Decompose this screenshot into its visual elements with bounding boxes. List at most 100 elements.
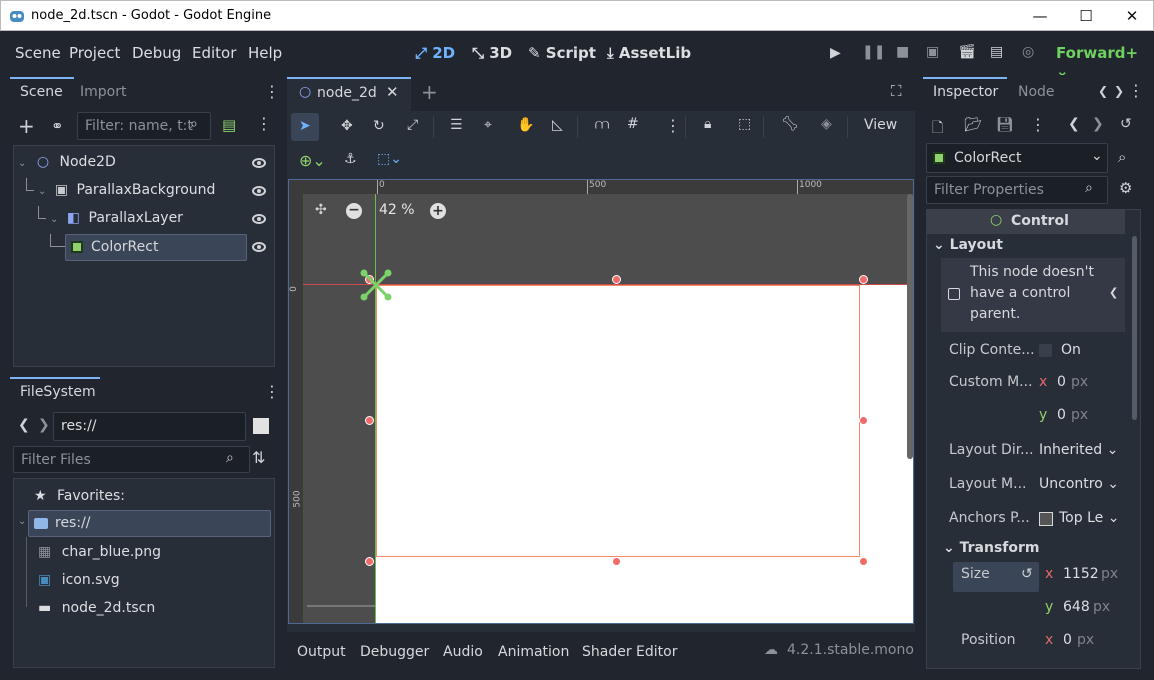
menu-help[interactable]: Help	[248, 44, 282, 62]
section-transform[interactable]: ⌄ Transform	[943, 540, 1039, 556]
file-item[interactable]: ▬ node_2d.tscn	[38, 600, 155, 616]
select-mode-button[interactable]: ➤	[291, 113, 319, 141]
tab-inspector[interactable]: Inspector	[933, 84, 998, 100]
forward-arrow-icon[interactable]: ❯	[38, 417, 50, 433]
dock-menu-icon[interactable]: ⋮	[264, 82, 280, 101]
anchors-preset-select[interactable]: Top Le ⌄	[1059, 510, 1119, 526]
history-icon[interactable]: ↺	[1120, 116, 1132, 132]
viewport-scrollbar[interactable]	[907, 194, 913, 459]
rotate-mode-icon[interactable]: ↻	[373, 118, 385, 134]
split-view-icon[interactable]	[253, 418, 269, 434]
resize-handle[interactable]	[365, 557, 374, 566]
list-select-icon[interactable]: ☰	[450, 117, 463, 133]
play-custom-scene-icon[interactable]: ▤	[990, 44, 1003, 60]
tab-scene[interactable]: Scene	[20, 84, 63, 100]
center-view-icon[interactable]: ✣	[315, 202, 327, 218]
ruler-mode-icon[interactable]: ◺	[552, 117, 563, 133]
anchor-icon[interactable]: ⚓	[344, 151, 357, 167]
group-icon[interactable]: ⬚	[738, 116, 751, 132]
sort-icon[interactable]: ⇅	[252, 448, 265, 467]
workspace-3d[interactable]: ⤡ 3D	[472, 44, 512, 62]
layout-direction-select[interactable]: Inherited ⌄	[1039, 442, 1118, 458]
favorites-item[interactable]: ★ Favorites:	[34, 488, 125, 504]
resize-handle[interactable]	[859, 275, 868, 284]
section-layout[interactable]: ⌄ Layout	[933, 237, 1003, 253]
tab-output[interactable]: Output	[297, 644, 346, 660]
resize-handle[interactable]	[859, 557, 868, 566]
view-menu[interactable]: View	[864, 117, 897, 133]
smart-snap-icon[interactable]: ⩋	[595, 117, 609, 133]
resize-handle[interactable]	[612, 275, 621, 284]
tab-filesystem[interactable]: FileSystem	[20, 384, 96, 400]
tab-node2d[interactable]: ○ node_2d ✕	[287, 77, 411, 111]
workspace-script[interactable]: ✎ Script	[528, 44, 596, 62]
distraction-free-icon[interactable]: ⛶	[891, 82, 902, 100]
move-mode-icon[interactable]: ✥	[341, 118, 353, 134]
close-window-button[interactable]: ✕	[1109, 1, 1154, 32]
resize-handle[interactable]	[612, 557, 621, 566]
clip-contents-checkbox[interactable]	[1039, 344, 1052, 357]
maximize-button[interactable]: ☐	[1063, 1, 1109, 32]
play-scene-icon[interactable]: 🎬︎	[958, 44, 976, 60]
inspector-scrollbar[interactable]	[1132, 236, 1137, 420]
expand-arrow-icon[interactable]: ❮	[1109, 286, 1118, 299]
layout-preset-icon[interactable]: ⬚⌄	[377, 151, 402, 167]
inspector-options-icon[interactable]: ⚙	[1119, 179, 1132, 197]
pause-icon[interactable]: ❚❚	[862, 44, 885, 60]
close-tab-icon[interactable]: ✕	[386, 83, 399, 101]
tab-import[interactable]: Import	[80, 84, 126, 100]
workspace-assetlib[interactable]: ⤓ AssetLib	[607, 44, 691, 62]
attach-script-icon[interactable]: ▤	[222, 116, 236, 134]
movie-maker-icon[interactable]: ◎	[1022, 44, 1034, 60]
zoom-in-icon[interactable]: +	[430, 203, 446, 219]
selection-rect[interactable]	[376, 285, 860, 557]
tree-item-colorrect[interactable]: ColorRect	[65, 234, 247, 261]
anchor-gizmo-icon[interactable]	[359, 268, 393, 302]
snap-options-icon[interactable]: ⋮	[665, 116, 681, 135]
zoom-level[interactable]: 42 %	[379, 202, 415, 218]
node-selector[interactable]: ColorRect ⌄	[926, 143, 1108, 173]
size-x-field[interactable]: 1152	[1063, 566, 1099, 582]
tree-item-parallaxlayer[interactable]: ⌄ ◧ ParallaxLayer	[50, 210, 183, 226]
tab-audio[interactable]: Audio	[443, 644, 483, 660]
pan-mode-icon[interactable]: ✋	[517, 117, 534, 133]
size-y-field[interactable]: 648	[1063, 599, 1090, 615]
dock-right-icon[interactable]: ❯	[1114, 84, 1124, 98]
play-icon[interactable]: ▶	[830, 45, 841, 61]
filter-properties-input[interactable]: Filter Properties	[926, 176, 1108, 204]
tree-item-parallaxbackground[interactable]: ⌄ ▣ ParallaxBackground	[38, 182, 215, 198]
filesystem-filter-input[interactable]: Filter Files	[13, 446, 250, 473]
new-resource-icon[interactable]: 🗋︎	[932, 117, 943, 141]
revert-icon[interactable]: ↺	[1021, 566, 1033, 582]
tree-item-node2d[interactable]: ⌄ ○ Node2D	[18, 154, 116, 170]
history-back-icon[interactable]: ❮	[1068, 116, 1080, 132]
doc-search-icon[interactable]: ⌕	[1118, 148, 1126, 166]
dock-menu-icon[interactable]: ⋮	[1128, 81, 1144, 100]
scene-options-icon[interactable]: ⋮	[256, 114, 272, 133]
menu-editor[interactable]: Editor	[192, 44, 236, 62]
menu-project[interactable]: Project	[69, 44, 120, 62]
menu-scene[interactable]: Scene	[15, 44, 61, 62]
pivot-mode-icon[interactable]: ⌖	[484, 117, 492, 133]
position-x-field[interactable]: 0	[1063, 632, 1072, 648]
open-folder-icon[interactable]: 📂︎	[964, 117, 982, 133]
add-node-icon[interactable]: +	[18, 114, 35, 138]
tab-animation[interactable]: Animation	[498, 644, 569, 660]
tab-shader-editor[interactable]: Shader Editor	[582, 644, 677, 660]
back-arrow-icon[interactable]: ❮	[18, 417, 30, 433]
visibility-eye-icon[interactable]	[252, 242, 266, 252]
collapse-arrow-icon[interactable]: ⌄	[18, 516, 26, 527]
path-input[interactable]: res://	[53, 412, 246, 441]
skeleton-icon[interactable]: 🦴︎	[781, 116, 799, 132]
file-item[interactable]: ▣ icon.svg	[38, 572, 120, 588]
new-tab-icon[interactable]: +	[421, 80, 438, 104]
add-anchor-icon[interactable]: ⊕⌄	[299, 151, 326, 170]
visibility-eye-icon[interactable]	[252, 214, 266, 224]
tab-node[interactable]: Node	[1018, 84, 1055, 100]
remote-debug-icon[interactable]: ▣	[926, 44, 939, 60]
zoom-out-icon[interactable]: −	[346, 203, 362, 219]
visibility-eye-icon[interactable]	[252, 158, 266, 168]
resize-handle[interactable]	[859, 416, 868, 425]
menu-debug[interactable]: Debug	[132, 44, 181, 62]
save-icon[interactable]: 💾︎	[996, 117, 1014, 133]
